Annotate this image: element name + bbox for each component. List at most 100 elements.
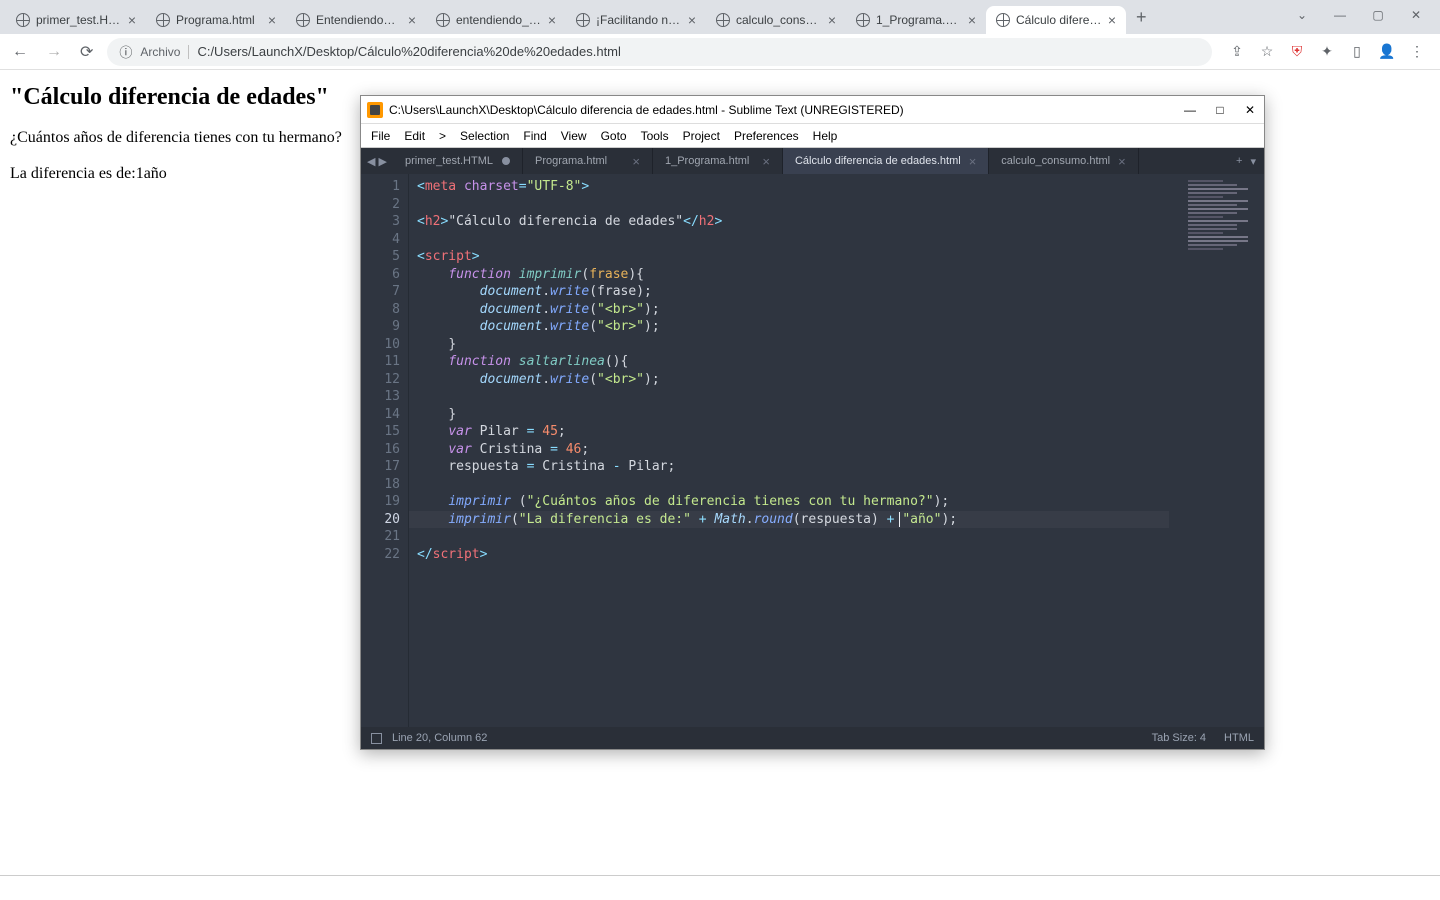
menu-view[interactable]: View [561,129,587,143]
sublime-tab-1[interactable]: Programa.html × [523,148,653,174]
tab-label: ¡Facilitando nu… [596,13,682,27]
dropdown-icon[interactable]: ⌄ [1292,8,1312,22]
site-info-icon[interactable]: ⓘ [119,42,132,61]
ublock-icon[interactable]: ⛨ [1288,43,1306,61]
tab-close-icon[interactable]: × [128,12,136,28]
tab-label: primer_test.HTML [405,155,493,167]
tab-close-icon[interactable]: × [968,12,976,28]
tab-close-icon[interactable]: × [1108,12,1116,28]
minimap[interactable] [1169,174,1264,727]
line-num: 21 [365,528,400,546]
extension-icons: ⇪ ☆ ⛨ ✦ ▯ 👤 ⋮ [1222,43,1432,61]
sublime-maximize-icon[interactable]: □ [1212,103,1228,117]
status-syntax[interactable]: HTML [1224,732,1254,744]
line-num: 13 [365,388,400,406]
globe-icon [296,13,310,27]
browser-tab-1[interactable]: Programa.html × [146,6,286,34]
new-tab-plus-icon[interactable]: + [1236,155,1242,167]
tab-close-icon[interactable]: × [969,154,977,169]
minimize-icon[interactable]: — [1330,8,1350,22]
tab-label: 1_Programa.html [665,155,749,167]
tab-nav-arrows[interactable]: ◀ ▶ [361,148,393,174]
tab-close-icon[interactable]: × [762,154,770,169]
tab-close-icon[interactable]: × [632,154,640,169]
menu-edit[interactable]: Edit [404,129,425,143]
sublime-tab-2[interactable]: 1_Programa.html × [653,148,783,174]
browser-tab-4[interactable]: ¡Facilitando nu… × [566,6,706,34]
menu-tools[interactable]: Tools [641,129,669,143]
tab-close-icon[interactable]: × [688,12,696,28]
sublime-tab-0[interactable]: primer_test.HTML [393,148,523,174]
browser-tab-3[interactable]: entendiendo_d… × [426,6,566,34]
tab-close-icon[interactable]: × [1118,154,1126,169]
line-num: 1 [365,178,400,196]
line-num: 20 [365,511,400,529]
menu-goto[interactable]: Goto [601,129,627,143]
profile-icon[interactable]: 👤 [1378,43,1396,61]
new-tab-button[interactable]: + [1126,1,1157,34]
forward-button[interactable]: → [42,39,66,65]
tab-close-icon[interactable]: × [828,12,836,28]
omnibox[interactable]: ⓘ Archivo C:/Users/LaunchX/Desktop/Cálcu… [107,38,1212,66]
url-scheme: Archivo [140,45,189,59]
line-num: 18 [365,476,400,494]
tab-label: calculo_consumo.html [1001,155,1110,167]
sidepanel-icon[interactable]: ▯ [1348,43,1366,61]
tab-label: primer_test.HTML [36,13,122,27]
tab-close-icon[interactable]: × [548,12,556,28]
line-num: 11 [365,353,400,371]
browser-tab-2[interactable]: Entendiendo_d… × [286,6,426,34]
browser-tab-7[interactable]: Cálculo diferen… × [986,6,1126,34]
status-position[interactable]: Line 20, Column 62 [392,732,487,744]
tab-close-icon[interactable]: × [408,12,416,28]
sublime-close-icon[interactable]: ✕ [1242,103,1258,117]
menu-icon[interactable]: ⋮ [1408,43,1426,61]
globe-icon [436,13,450,27]
tab-dropdown-icon[interactable]: ▾ [1250,155,1256,168]
divider [0,875,1440,876]
line-num: 17 [365,458,400,476]
sublime-tabstrip: ◀ ▶ primer_test.HTML Programa.html × 1_P… [361,148,1264,174]
browser-tab-6[interactable]: 1_Programa.ht… × [846,6,986,34]
tab-label: Cálculo diferencia de edades.html [795,155,961,167]
line-highlight [409,511,1169,529]
sublime-title: C:\Users\LaunchX\Desktop\Cálculo diferen… [389,103,904,117]
status-tabsize[interactable]: Tab Size: 4 [1152,732,1206,744]
menu-project[interactable]: Project [683,129,720,143]
sublime-titlebar[interactable]: C:\Users\LaunchX\Desktop\Cálculo diferen… [361,96,1264,124]
bookmark-icon[interactable]: ☆ [1258,43,1276,61]
menu-find[interactable]: Find [523,129,546,143]
sublime-tab-3[interactable]: Cálculo diferencia de edades.html × [783,148,989,174]
tab-close-icon[interactable]: × [268,12,276,28]
globe-icon [16,13,30,27]
menu-file[interactable]: File [371,129,390,143]
text-cursor [899,512,900,527]
sublime-menubar: File Edit> Selection Find View Goto Tool… [361,124,1264,148]
menu-preferences[interactable]: Preferences [734,129,799,143]
tab-label: 1_Programa.ht… [876,13,962,27]
browser-tab-5[interactable]: calculo_consun… × [706,6,846,34]
tab-label: Cálculo diferen… [1016,13,1102,27]
sublime-tab-4[interactable]: calculo_consumo.html × [989,148,1138,174]
sublime-minimize-icon[interactable]: — [1182,103,1198,117]
sublime-statusbar: Line 20, Column 62 Tab Size: 4 HTML [361,727,1264,749]
line-num: 3 [365,213,400,231]
code-area[interactable]: <meta charset="UTF-8"> <h2>"Cálculo dife… [409,174,1169,727]
menu-selection[interactable]: Selection [460,129,509,143]
tab-label: Programa.html [535,155,607,167]
panel-switcher-icon[interactable] [371,733,382,744]
close-icon[interactable]: ✕ [1406,8,1426,22]
line-num: 10 [365,336,400,354]
line-gutter[interactable]: 1 2 3 4 5 6 7 8 9 10 11 12 13 14 15 16 1… [361,174,409,727]
extensions-icon[interactable]: ✦ [1318,43,1336,61]
line-num: 9 [365,318,400,336]
tab-actions: + ▾ [1228,148,1264,174]
menu-help[interactable]: Help [813,129,838,143]
globe-icon [716,13,730,27]
maximize-icon[interactable]: ▢ [1368,8,1388,22]
browser-tab-0[interactable]: primer_test.HTML × [6,6,146,34]
back-button[interactable]: ← [8,39,32,65]
share-icon[interactable]: ⇪ [1228,43,1246,61]
line-num: 12 [365,371,400,389]
reload-button[interactable]: ⟳ [76,38,97,66]
